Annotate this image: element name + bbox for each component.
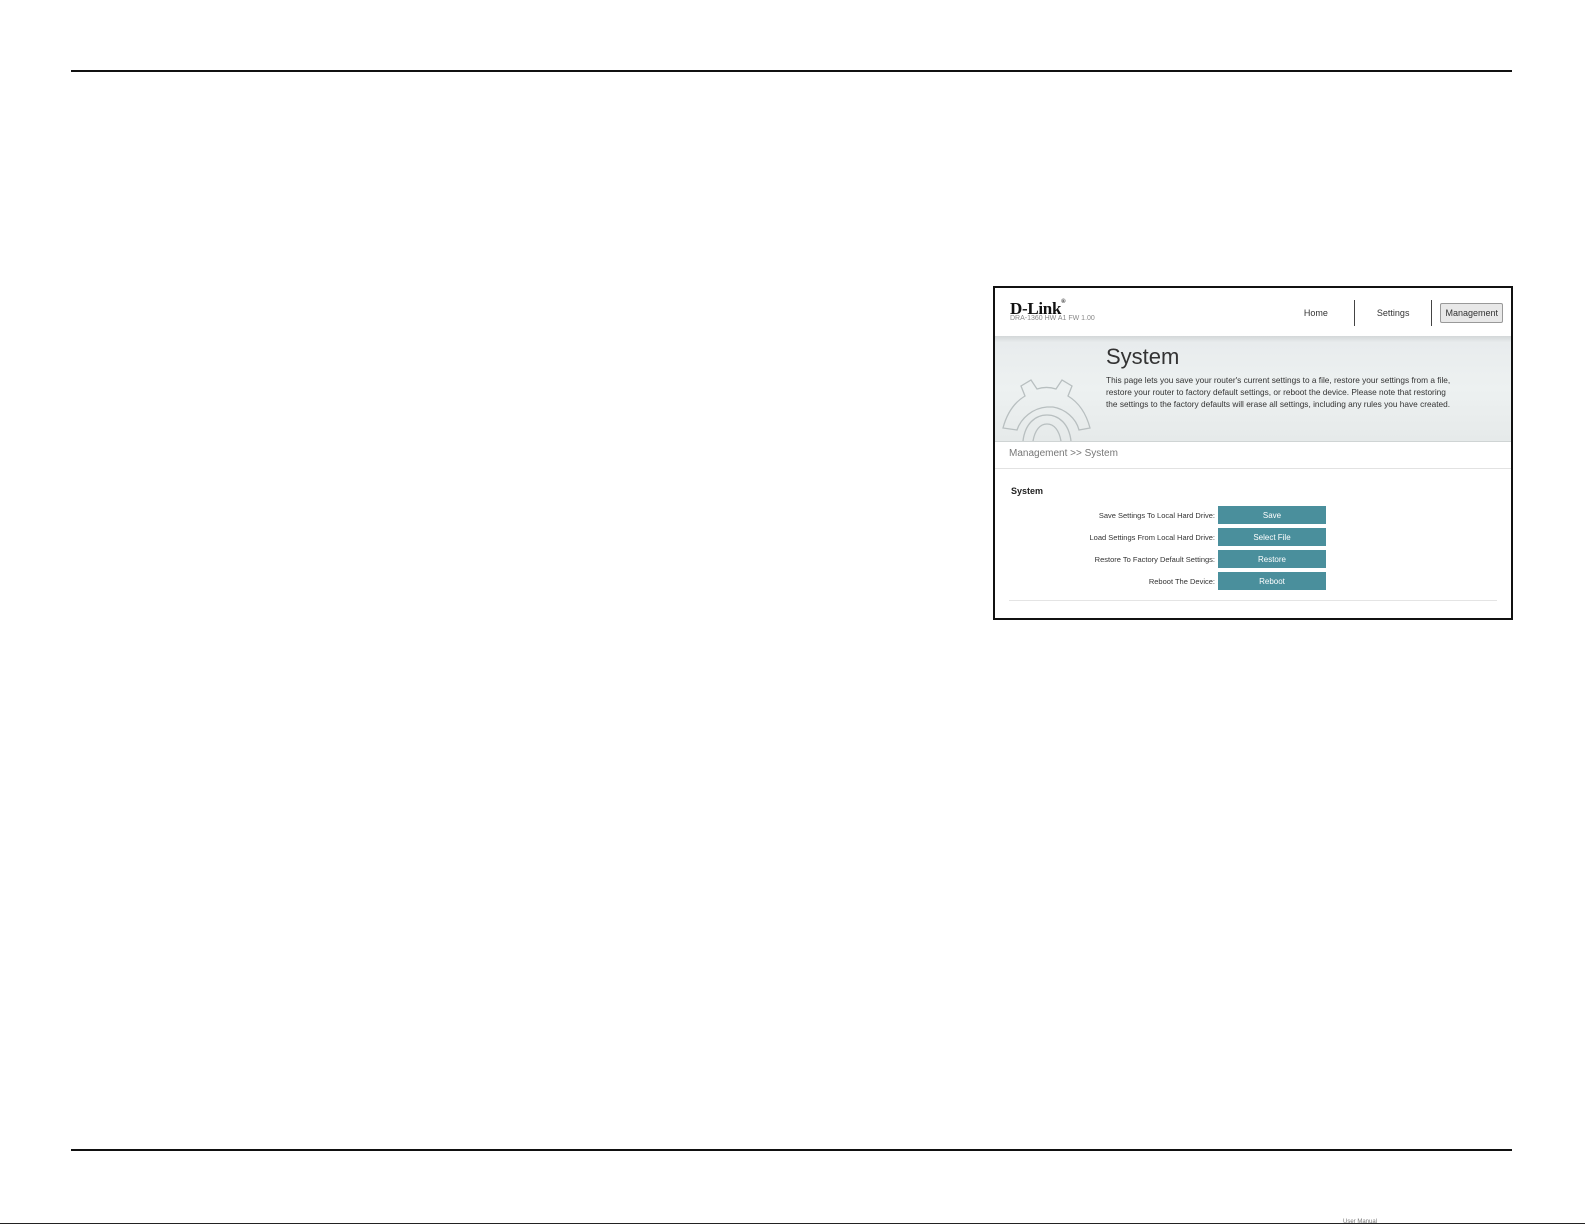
reboot-label: Reboot The Device: <box>1148 577 1215 586</box>
footer-page-label: User Manual <box>1343 1219 1378 1225</box>
restore-button[interactable]: Restore <box>1218 550 1326 568</box>
section-title: System <box>1011 486 1044 496</box>
save-settings-row: Save Settings To Local Hard Drive: Save <box>995 506 1511 526</box>
top-nav: Home Settings Management <box>1304 300 1503 326</box>
divider <box>995 468 1511 469</box>
nav-home[interactable]: Home <box>1304 300 1338 326</box>
select-file-button[interactable]: Select File <box>1218 528 1326 546</box>
gear-icon <box>1002 379 1091 441</box>
page-title: System <box>1106 344 1180 369</box>
restore-defaults-row: Restore To Factory Default Settings: Res… <box>995 550 1511 570</box>
nav-management[interactable]: Management <box>1440 303 1503 323</box>
nav-settings[interactable]: Settings <box>1371 300 1416 326</box>
section-bottom-divider <box>1009 600 1497 601</box>
nav-divider <box>1353 300 1355 326</box>
reboot-button[interactable]: Reboot <box>1218 572 1326 590</box>
restore-defaults-label: Restore To Factory Default Settings: <box>1094 555 1215 564</box>
top-rule <box>71 70 1512 72</box>
save-button[interactable]: Save <box>1218 506 1326 524</box>
router-header: D-Link® DRA-1360 HW A1 FW 1.00 Home Sett… <box>995 288 1511 336</box>
page-banner: System This page lets you save your rout… <box>995 336 1511 442</box>
load-settings-label: Load Settings From Local Hard Drive: <box>1089 533 1215 542</box>
breadcrumb: Management >> System <box>1009 448 1118 459</box>
reboot-row: Reboot The Device: Reboot <box>995 572 1511 592</box>
page-description: This page lets you save your router's cu… <box>1106 375 1451 409</box>
model-info: DRA-1360 HW A1 FW 1.00 <box>1010 315 1095 322</box>
page-edge-line <box>0 1223 1585 1224</box>
save-settings-label: Save Settings To Local Hard Drive: <box>1098 511 1215 520</box>
load-settings-row: Load Settings From Local Hard Drive: Sel… <box>995 528 1511 548</box>
brand-mark: ® <box>1061 299 1066 305</box>
router-ui-screenshot: D-Link® DRA-1360 HW A1 FW 1.00 Home Sett… <box>993 286 1513 620</box>
bottom-rule <box>71 1149 1512 1151</box>
nav-divider <box>1431 300 1433 326</box>
